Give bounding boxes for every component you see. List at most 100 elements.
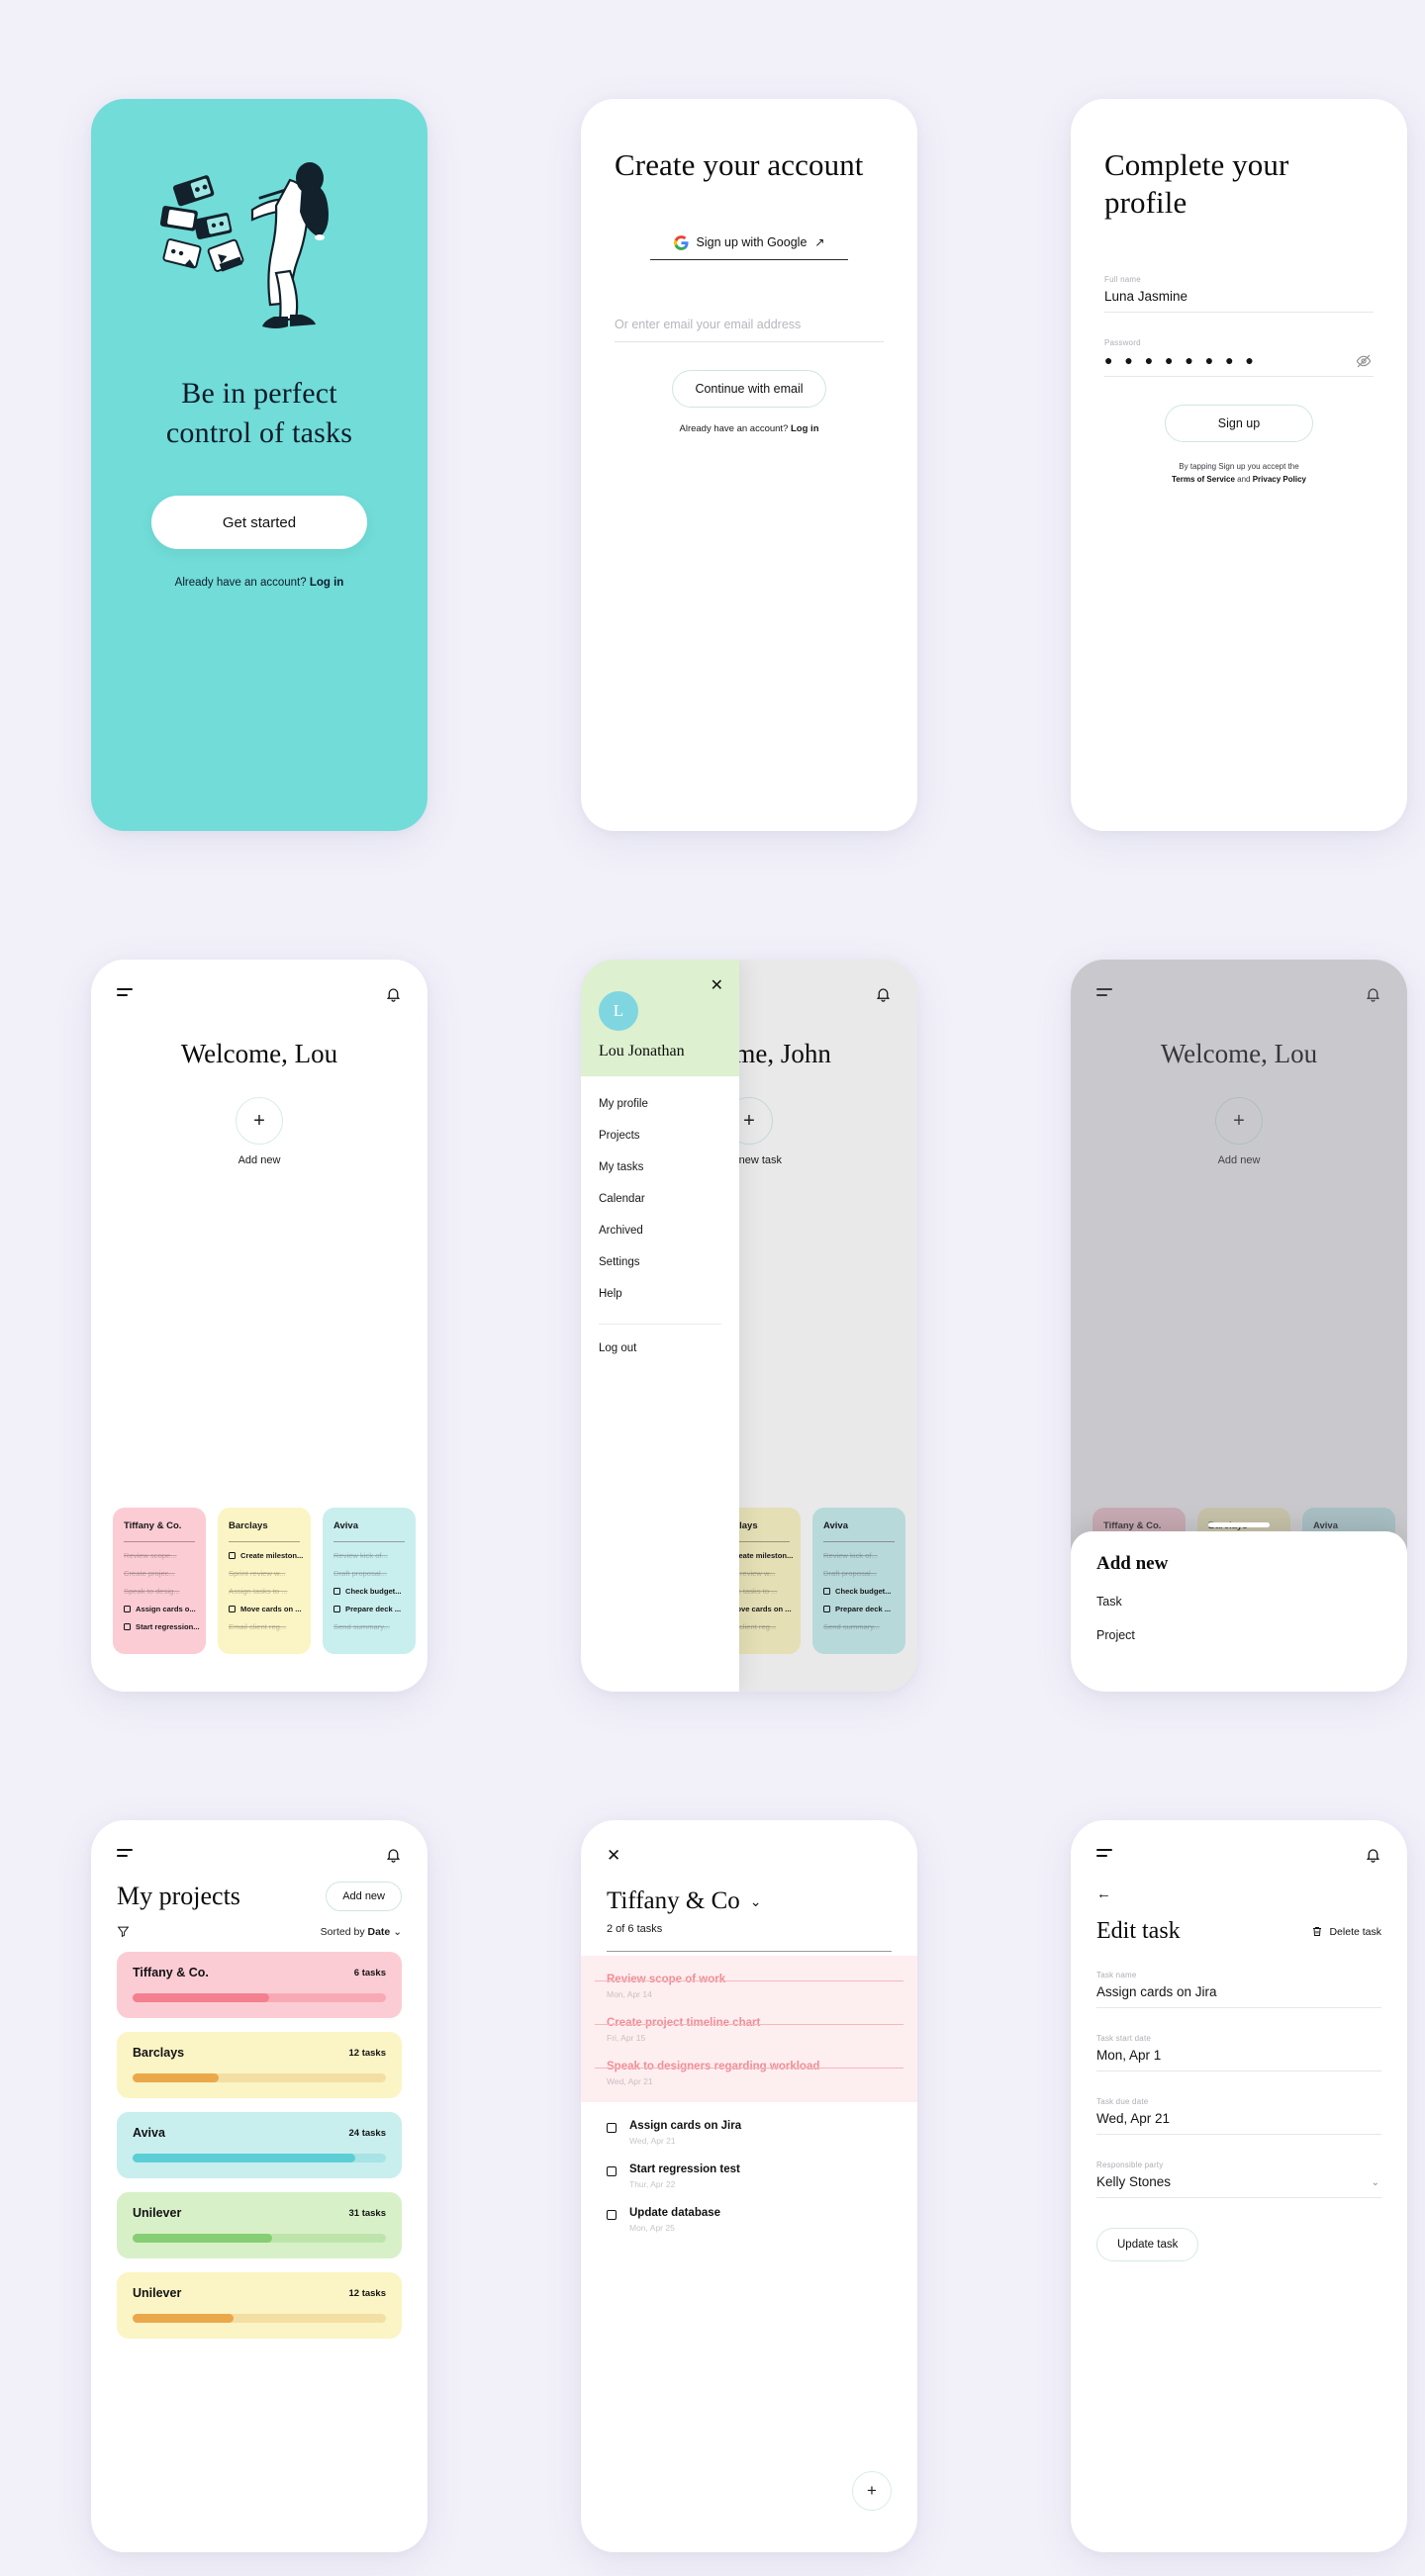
sort-prefix: Sorted by: [320, 1925, 368, 1938]
page-title: Tiffany & Co: [607, 1887, 740, 1914]
add-new-button[interactable]: +: [236, 1097, 283, 1145]
task-row-open[interactable]: Assign cards on Jira Wed, Apr 21: [581, 2120, 917, 2146]
sort-value: Date: [367, 1925, 391, 1938]
task-row-done[interactable]: Review scope of work Mon, Apr 14: [581, 1974, 917, 1999]
task-label: Sprint review w...: [229, 1569, 286, 1578]
chevron-down-icon[interactable]: ⌄: [750, 1893, 762, 1910]
responsible-party-field[interactable]: Responsible party Kelly Stones ⌄: [1096, 2161, 1381, 2198]
password-field[interactable]: Password ● ● ● ● ● ● ● ●: [1104, 338, 1374, 377]
sheet-item-task[interactable]: Task: [1096, 1595, 1381, 1609]
responsible-party-label: Responsible party: [1096, 2161, 1164, 2169]
task-label: Send summary...: [333, 1622, 390, 1631]
project-task-count: 6 tasks: [353, 1967, 386, 1978]
project-card[interactable]: Tiffany & Co. Review scope... Create pro…: [113, 1508, 206, 1654]
task-row-open[interactable]: Start regression test Thur, Apr 22: [581, 2163, 917, 2189]
drawer-item-help[interactable]: Help: [599, 1288, 721, 1300]
task-checkbox[interactable]: [124, 1623, 131, 1630]
sort-selector[interactable]: Sorted by Date ⌄: [321, 1926, 402, 1938]
screen-home-add-new-sheet: Welcome, Lou + Add new Tiffany & Co. Rev…: [1071, 960, 1407, 1692]
sign-up-button[interactable]: Sign up: [1165, 404, 1313, 442]
sign-up-with-google-button[interactable]: Sign up with Google ↗: [650, 234, 848, 260]
task-row-done[interactable]: Speak to designers regarding workload We…: [581, 2061, 917, 2086]
task-checkbox[interactable]: [229, 1606, 236, 1612]
full-name-field[interactable]: Full name Luna Jasmine: [1104, 275, 1374, 313]
back-arrow-icon[interactable]: ←: [1071, 1864, 1407, 1902]
continue-with-email-button[interactable]: Continue with email: [672, 369, 826, 408]
task-row-open[interactable]: Update database Mon, Apr 25: [581, 2207, 917, 2233]
login-link[interactable]: Log in: [791, 423, 819, 434]
update-task-button[interactable]: Update task: [1096, 2228, 1199, 2261]
add-task-fab[interactable]: +: [852, 2471, 892, 2511]
project-row[interactable]: Aviva 24 tasks: [117, 2112, 402, 2178]
close-icon[interactable]: ✕: [581, 1820, 917, 1866]
email-input[interactable]: Or enter email your email address: [615, 318, 884, 342]
bell-icon[interactable]: [385, 985, 402, 1003]
project-card[interactable]: Barclays Create mileston... Sprint revie…: [218, 1508, 311, 1654]
menu-icon[interactable]: [1096, 1849, 1116, 1860]
password-value[interactable]: ● ● ● ● ● ● ● ●: [1104, 352, 1374, 377]
project-task-count: 24 tasks: [348, 2127, 386, 2139]
drawer-item-my-profile[interactable]: My profile: [599, 1098, 721, 1110]
menu-icon[interactable]: [117, 988, 137, 999]
progress-bar: [133, 1993, 386, 2002]
drawer-item-calendar[interactable]: Calendar: [599, 1193, 721, 1205]
drawer-divider: [599, 1324, 721, 1325]
divider: [607, 1951, 892, 1952]
avatar: L: [599, 991, 638, 1031]
task-checkbox[interactable]: [333, 1606, 340, 1612]
login-prompt-text: Already have an account?: [174, 577, 310, 590]
responsible-party-value[interactable]: Kelly Stones: [1096, 2174, 1381, 2198]
login-link[interactable]: Log in: [310, 577, 344, 589]
project-name: Tiffany & Co.: [133, 1966, 209, 1979]
add-new-bottom-sheet: Add new Task Project: [1071, 1522, 1407, 1692]
drawer-item-settings[interactable]: Settings: [599, 1256, 721, 1268]
privacy-policy-link[interactable]: Privacy Policy: [1253, 475, 1306, 484]
progress-bar: [133, 2314, 386, 2323]
task-start-date-value[interactable]: Mon, Apr 1: [1096, 2048, 1381, 2071]
sheet-item-project[interactable]: Project: [1096, 1628, 1381, 1642]
task-checkbox[interactable]: [333, 1588, 340, 1595]
filter-icon[interactable]: [117, 1925, 130, 1938]
drawer-item-log-out[interactable]: Log out: [599, 1342, 721, 1354]
bell-icon[interactable]: [1365, 1846, 1381, 1864]
task-start-date-field[interactable]: Task start date Mon, Apr 1: [1096, 2034, 1381, 2071]
task-due-date-field[interactable]: Task due date Wed, Apr 21: [1096, 2097, 1381, 2135]
screen-project-detail: ✕ Tiffany & Co ⌄ 2 of 6 tasks Review sco…: [581, 1820, 917, 2552]
task-name-value[interactable]: Assign cards on Jira: [1096, 1984, 1381, 2008]
delete-task-button[interactable]: Delete task: [1311, 1925, 1381, 1938]
full-name-value[interactable]: Luna Jasmine: [1104, 289, 1374, 313]
project-row[interactable]: Unilever 31 tasks: [117, 2192, 402, 2258]
screen-create-account: Create your account Sign up with Google …: [581, 99, 917, 831]
task-name-field[interactable]: Task name Assign cards on Jira: [1096, 1971, 1381, 2008]
project-row[interactable]: Tiffany & Co. 6 tasks: [117, 1952, 402, 2018]
strikethrough: [595, 2068, 903, 2069]
eye-off-icon[interactable]: [1356, 353, 1372, 369]
drawer-item-my-tasks[interactable]: My tasks: [599, 1161, 721, 1173]
task-row-done[interactable]: Create project timeline chart Fri, Apr 1…: [581, 2017, 917, 2043]
task-checkbox[interactable]: [124, 1606, 131, 1612]
project-card[interactable]: Aviva Review kick of... Draft proposal..…: [323, 1508, 416, 1654]
task-label: Review kick of...: [333, 1551, 388, 1560]
bell-icon[interactable]: [385, 1846, 402, 1864]
chevron-down-icon[interactable]: ⌄: [1372, 2177, 1379, 2188]
task-checkbox[interactable]: [607, 2123, 617, 2133]
task-checkbox[interactable]: [229, 1552, 236, 1559]
close-icon[interactable]: ✕: [711, 975, 723, 995]
add-new-button[interactable]: Add new: [326, 1882, 402, 1911]
page-title: Welcome, Lou: [180, 1039, 338, 1068]
task-checkbox[interactable]: [607, 2210, 617, 2220]
task-checkbox[interactable]: [607, 2166, 617, 2176]
legal-text: By tapping Sign up you accept the Terms …: [1104, 460, 1374, 487]
drawer-item-projects[interactable]: Projects: [599, 1130, 721, 1142]
menu-icon[interactable]: [117, 1849, 137, 1860]
get-started-button[interactable]: Get started: [151, 496, 367, 550]
project-row[interactable]: Unilever 12 tasks: [117, 2272, 402, 2339]
sheet-grabber[interactable]: [1208, 1522, 1270, 1527]
page-title: Create your account: [615, 147, 864, 182]
completed-task-list: Review scope of work Mon, Apr 14 Create …: [581, 1956, 917, 2102]
task-due-date-value[interactable]: Wed, Apr 21: [1096, 2111, 1381, 2135]
project-row[interactable]: Barclays 12 tasks: [117, 2032, 402, 2098]
terms-of-service-link[interactable]: Terms of Service: [1172, 475, 1235, 484]
drawer-item-archived[interactable]: Archived: [599, 1225, 721, 1237]
task-label: Email client reg...: [229, 1622, 287, 1631]
